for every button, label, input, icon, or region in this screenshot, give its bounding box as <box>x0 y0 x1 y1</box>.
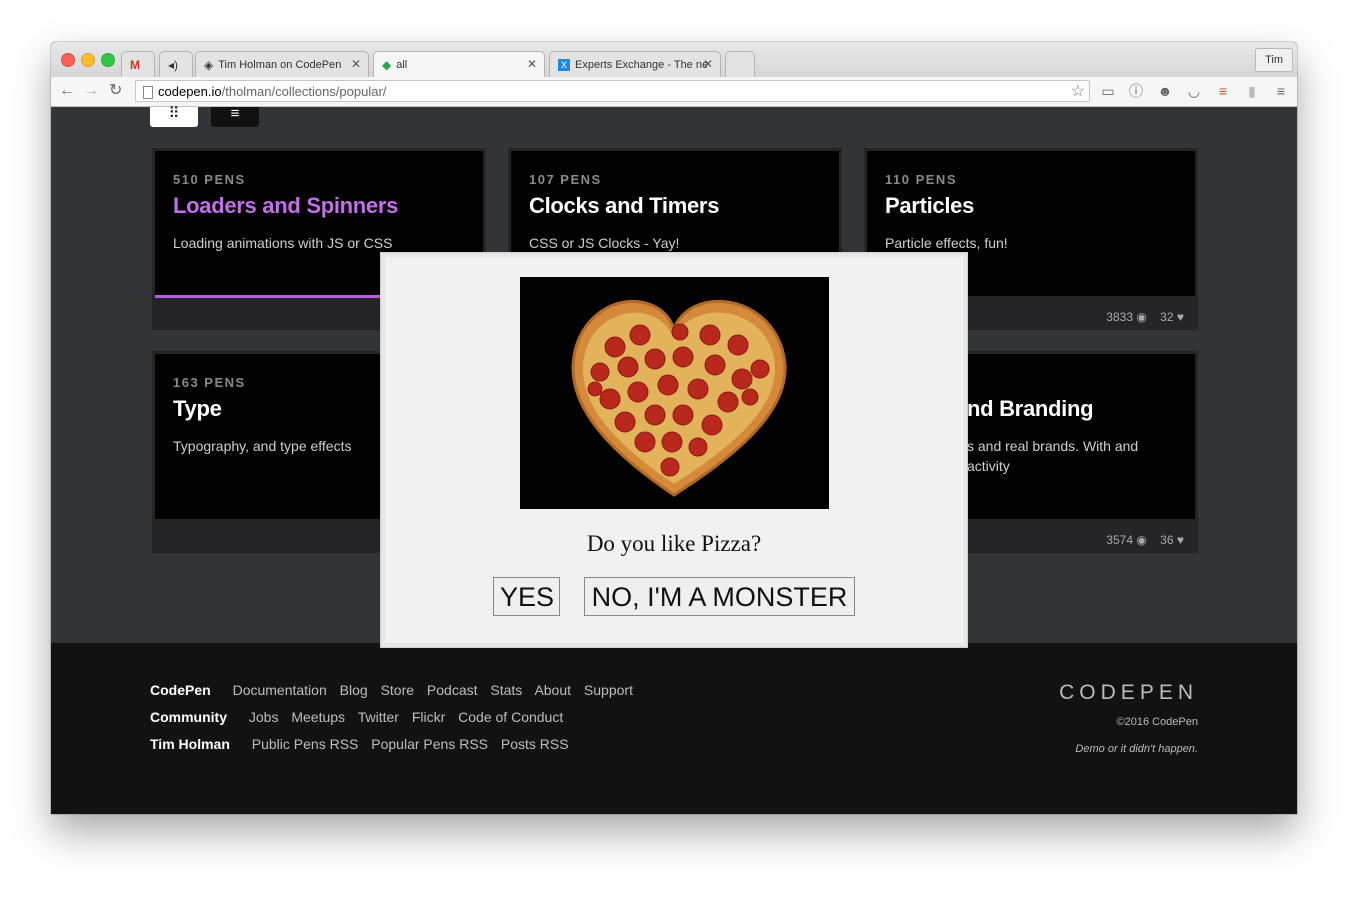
url-host: codepen.io <box>158 84 222 99</box>
tab-all[interactable]: ◆ all ✕ <box>373 51 545 77</box>
tab-label: Experts Exchange - The ne <box>575 58 709 71</box>
close-icon[interactable]: ✕ <box>703 57 713 71</box>
footer-link[interactable]: Meetups <box>291 709 345 725</box>
collection-title[interactable]: Loaders and Spinners <box>173 193 398 219</box>
heart-icon: ♥ <box>1176 533 1184 547</box>
minimize-window-button[interactable] <box>81 53 95 67</box>
tab-audio[interactable]: ◂) <box>159 51 193 77</box>
pizza-heart-graphic <box>571 299 787 497</box>
footer-link[interactable]: Store <box>381 682 414 698</box>
views-count: 3574 <box>1106 533 1133 547</box>
footer-row-user: Tim Holman Public Pens RSS Popular Pens … <box>150 736 578 752</box>
footer-link[interactable]: Code of Conduct <box>458 709 563 725</box>
cast-icon[interactable]: ▭ <box>1099 82 1117 100</box>
eye-icon: ◉ <box>1136 310 1147 324</box>
likes-count: 36 <box>1160 533 1174 547</box>
experts-exchange-icon: X <box>558 58 570 71</box>
footer-heading[interactable]: Tim Holman <box>150 736 230 752</box>
views-count: 3833 <box>1106 310 1133 324</box>
collection-description: s and real brands. With and activity <box>967 438 1139 474</box>
heart-icon: ♥ <box>1176 310 1184 324</box>
footer-link[interactable]: Podcast <box>427 682 478 698</box>
info-icon[interactable]: ⓘ <box>1127 82 1145 100</box>
collection-title[interactable]: nd Branding <box>967 396 1094 422</box>
footer-link[interactable]: Blog <box>340 682 368 698</box>
pizza-dialog: Do you like Pizza? YES NO, I'M A MONSTER <box>380 252 968 648</box>
speaker-icon: ◂) <box>168 57 179 72</box>
close-icon[interactable]: ✕ <box>527 57 537 71</box>
pen-count: 510 PENS <box>173 172 246 187</box>
yes-button[interactable]: YES <box>493 577 560 616</box>
menu-icon[interactable]: ≡ <box>1272 82 1290 100</box>
new-tab-button[interactable] <box>725 51 755 77</box>
footer-link[interactable]: Public Pens RSS <box>252 736 359 752</box>
copyright: ©2016 CodePen <box>1116 716 1198 728</box>
footer-link[interactable]: Popular Pens RSS <box>371 736 488 752</box>
grid-icon: ⠿ <box>168 105 180 122</box>
footer-link[interactable]: Documentation <box>233 682 327 698</box>
collection-title[interactable]: Type <box>173 396 222 422</box>
bookmark-star-icon[interactable]: ☆ <box>1071 81 1085 103</box>
tab-label: all <box>396 58 408 71</box>
back-arrow-icon[interactable]: ← <box>59 81 75 101</box>
footer-row-community: Community Jobs Meetups Twitter Flickr Co… <box>150 709 572 725</box>
close-window-button[interactable] <box>61 53 75 67</box>
tab-experts-exchange[interactable]: X Experts Exchange - The ne ✕ <box>549 51 721 77</box>
card-stats: 3833 ◉ 32 ♥ <box>1106 310 1184 324</box>
todoist-icon[interactable]: ≡ <box>1214 82 1232 100</box>
pocket-icon[interactable]: ◡ <box>1185 82 1203 100</box>
address-bar[interactable]: codepen.io/tholman/collections/popular/ … <box>135 80 1090 102</box>
list-view-button[interactable]: ≡ <box>211 105 259 127</box>
tab-strip: M ◂) ◈ Tim Holman on CodePen ✕ ◆ all ✕ X… <box>51 42 1297 77</box>
browser-toolbar: ← → ↻ codepen.io/tholman/collections/pop… <box>51 77 1297 107</box>
grid-view-button[interactable]: ⠿ <box>150 105 198 127</box>
dialog-question: Do you like Pizza? <box>586 531 762 556</box>
footer-link[interactable]: About <box>534 682 571 698</box>
site-footer: CodePen Documentation Blog Store Podcast… <box>51 643 1297 814</box>
collection-title[interactable]: Clocks and Timers <box>529 193 719 219</box>
tab-label: Tim Holman on CodePen <box>218 58 342 71</box>
card-stats: 3574 ◉ 36 ♥ <box>1106 533 1184 547</box>
footer-link[interactable]: Support <box>584 682 633 698</box>
page-icon <box>143 86 153 99</box>
list-icon: ≡ <box>230 105 240 122</box>
tab-gmail[interactable]: M <box>121 51 155 77</box>
gmail-icon: M <box>130 57 140 72</box>
codepen-logo[interactable]: CODEPEN <box>1059 681 1198 705</box>
pen-count: 107 PENS <box>529 172 602 187</box>
maximize-window-button[interactable] <box>101 53 115 67</box>
tagline: Demo or it didn't happen. <box>1075 743 1198 755</box>
close-icon[interactable]: ✕ <box>351 57 361 71</box>
footer-row-codepen: CodePen Documentation Blog Store Podcast… <box>150 682 642 698</box>
forward-arrow-icon[interactable]: → <box>83 81 99 101</box>
footer-heading[interactable]: Community <box>150 709 227 725</box>
codepen-icon: ◈ <box>204 57 214 72</box>
footer-link[interactable]: Jobs <box>249 709 279 725</box>
footer-link[interactable]: Stats <box>490 682 522 698</box>
reload-icon[interactable]: ↻ <box>109 81 122 101</box>
avatar-extension-icon[interactable]: ☻ <box>1156 82 1174 100</box>
footer-link[interactable]: Twitter <box>358 709 399 725</box>
extension-icon[interactable]: ▮ <box>1243 82 1261 100</box>
profile-button[interactable]: Tim <box>1255 48 1293 72</box>
hover-progress-bar <box>155 295 385 298</box>
eye-icon: ◉ <box>1136 533 1147 547</box>
collection-description: CSS or JS Clocks - Yay! <box>529 235 680 251</box>
green-diamond-icon: ◆ <box>382 57 392 72</box>
likes-count: 32 <box>1160 310 1174 324</box>
collection-description: Particle effects, fun! <box>885 235 1008 251</box>
collection-title[interactable]: Particles <box>885 193 974 219</box>
collection-description: Loading animations with JS or CSS <box>173 235 393 251</box>
footer-heading[interactable]: CodePen <box>150 682 211 698</box>
heart-pizza-image <box>520 277 829 509</box>
no-monster-button[interactable]: NO, I'M A MONSTER <box>584 577 855 616</box>
url-path: /tholman/collections/popular/ <box>221 84 387 99</box>
footer-link[interactable]: Flickr <box>412 709 445 725</box>
tab-codepen-profile[interactable]: ◈ Tim Holman on CodePen ✕ <box>195 51 369 77</box>
footer-link[interactable]: Posts RSS <box>501 736 569 752</box>
pen-count: 163 PENS <box>173 375 246 390</box>
pen-count: 110 PENS <box>885 172 957 187</box>
